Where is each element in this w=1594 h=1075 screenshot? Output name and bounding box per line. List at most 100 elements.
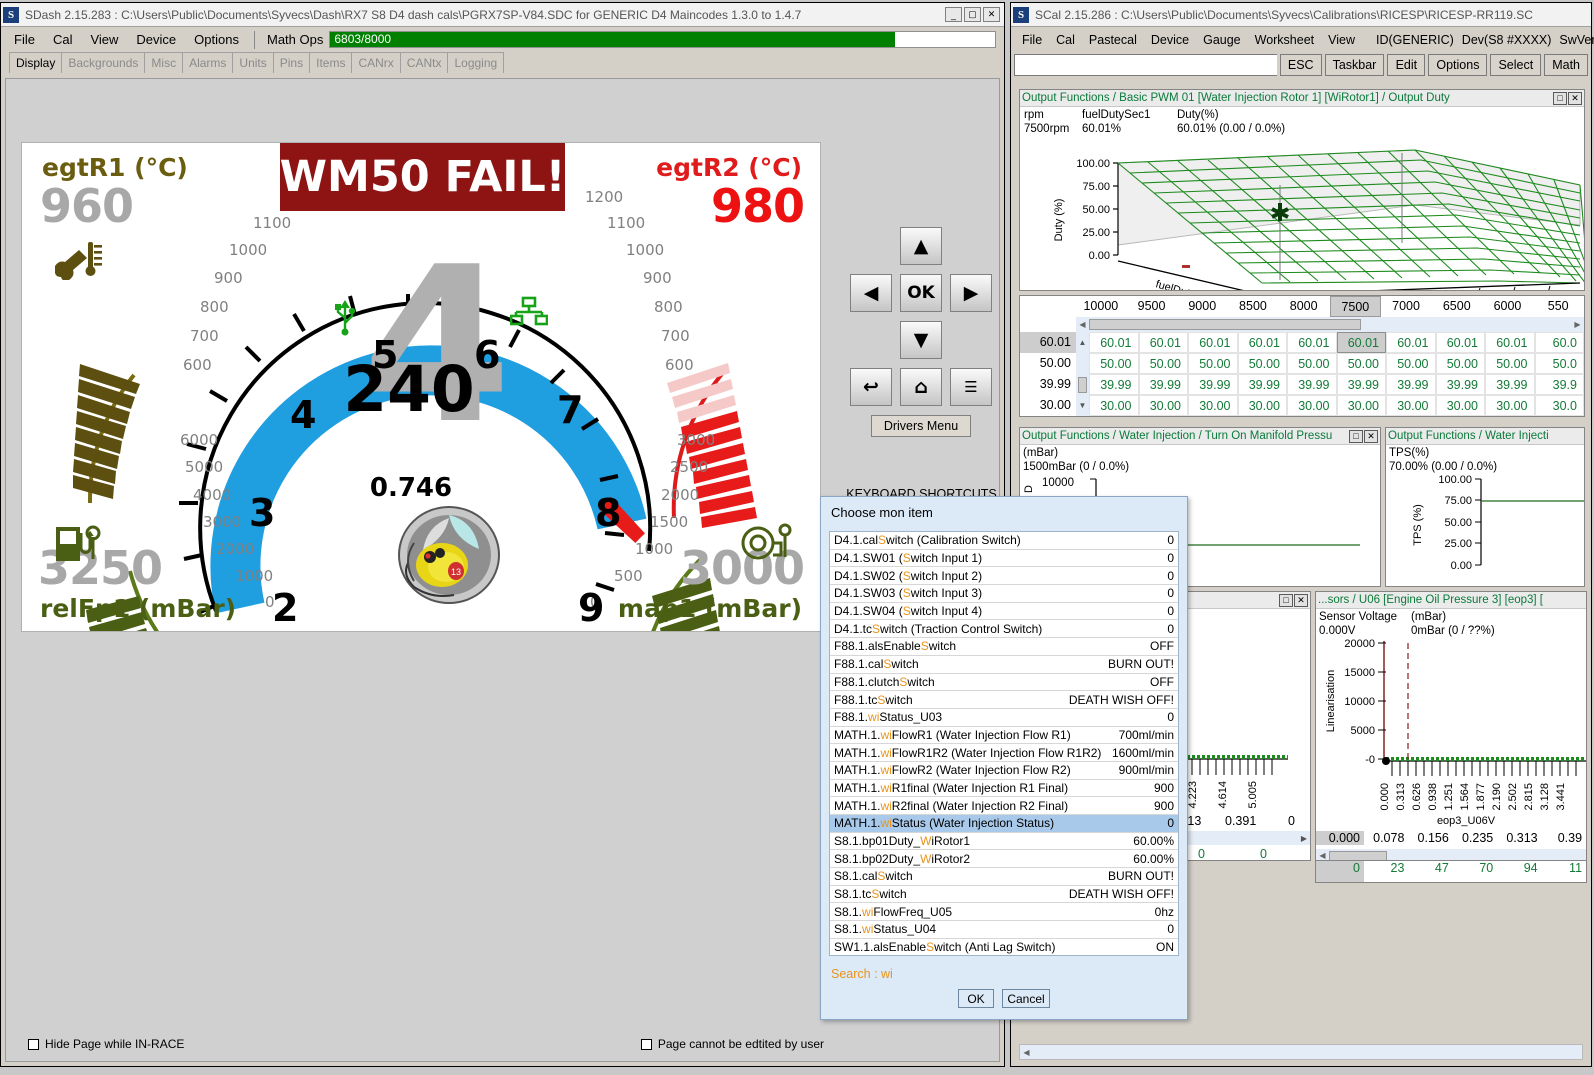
- grid-cell-4-1[interactable]: 20.00: [1139, 416, 1189, 417]
- grid-vscroll-thumb[interactable]: [1076, 374, 1089, 395]
- grid-col-10000[interactable]: 10000: [1076, 296, 1127, 317]
- grid-cell-2-0[interactable]: 39.99: [1089, 374, 1139, 395]
- grid-cell-4-2[interactable]: 20.00: [1188, 416, 1238, 417]
- menu-file[interactable]: File: [5, 29, 44, 50]
- scal-menu-file[interactable]: File: [1015, 30, 1049, 50]
- grid-col-6000[interactable]: 6000: [1483, 296, 1534, 317]
- list-item[interactable]: D4.1.SW04 (Switch Input 4) 0: [830, 603, 1178, 621]
- list-item[interactable]: D4.1.tcSwitch (Traction Control Switch) …: [830, 620, 1178, 638]
- grid-cell-4-8[interactable]: 20.00: [1485, 416, 1535, 417]
- grid-cell-0-0[interactable]: 60.01: [1089, 332, 1139, 353]
- panel-eop2-maximize-icon[interactable]: □: [1279, 594, 1293, 607]
- panel-manifold-maximize-icon[interactable]: □: [1349, 430, 1363, 443]
- grid-cell-3-1[interactable]: 30.00: [1139, 395, 1189, 416]
- options-button[interactable]: Options: [1428, 54, 1487, 76]
- eop3-table-val-3[interactable]: 70: [1453, 861, 1497, 882]
- tab-alarms[interactable]: Alarms: [182, 52, 233, 73]
- eop3-table-col-1[interactable]: 0.078: [1364, 831, 1408, 845]
- tab-units[interactable]: Units: [232, 52, 273, 73]
- grid-col-7500[interactable]: 7500: [1330, 296, 1382, 317]
- grid-cell-0-4[interactable]: 60.01: [1287, 332, 1337, 353]
- eop3-table-col-5[interactable]: 0.39: [1542, 831, 1586, 845]
- grid-scroll-left-arrow[interactable]: ◀: [1076, 318, 1089, 331]
- grid-row-0[interactable]: 60.01 ▲ 60.01 60.01 60.01 60.01 60.01 60…: [1020, 332, 1584, 353]
- grid-cell-0-2[interactable]: 60.01: [1188, 332, 1238, 353]
- nav-down-button[interactable]: ▼: [900, 321, 942, 359]
- grid-scroll-right-arrow[interactable]: ▶: [1571, 318, 1584, 331]
- list-item[interactable]: F88.1.clutchSwitch OFF: [830, 674, 1178, 692]
- eop3-table-col-4[interactable]: 0.313: [1497, 831, 1541, 845]
- grid-cell-3-7[interactable]: 30.00: [1436, 395, 1486, 416]
- tab-items[interactable]: Items: [309, 52, 352, 73]
- grid-cell-3-0[interactable]: 30.00: [1089, 395, 1139, 416]
- grid-cell-4-3[interactable]: 20.00: [1238, 416, 1288, 417]
- list-item[interactable]: MATH.1.wiFlowR2 (Water Injection Flow R2…: [830, 762, 1178, 780]
- grid-cell-4-5[interactable]: 20.00: [1337, 416, 1387, 417]
- eop3-scroll-thumb[interactable]: [1329, 851, 1387, 861]
- grid-vscroll-down-arrow[interactable]: ▼: [1076, 395, 1089, 416]
- scal-scroll-left-arrow[interactable]: ◀: [1020, 1046, 1033, 1059]
- list-item[interactable]: F88.1.wiStatus_U03 0: [830, 709, 1178, 727]
- grid-col-8000[interactable]: 8000: [1279, 296, 1330, 317]
- list-item[interactable]: D4.1.SW02 (Switch Input 2) 0: [830, 567, 1178, 585]
- scal-menu-cal[interactable]: Cal: [1049, 30, 1082, 50]
- grid-row-2[interactable]: 39.99 39.99 39.99 39.99 39.99 39.99 39.9…: [1020, 374, 1584, 395]
- grid-cell-0-5[interactable]: 60.01: [1337, 332, 1387, 353]
- drivers-menu-button[interactable]: Drivers Menu: [871, 415, 971, 437]
- scal-toolbar-field[interactable]: [1014, 54, 1277, 76]
- grid-cell-2-6[interactable]: 39.99: [1386, 374, 1436, 395]
- grid-row-header-0[interactable]: 60.01: [1020, 332, 1076, 353]
- maximize-button[interactable]: ▢: [964, 7, 981, 22]
- panel-pwm-close-icon[interactable]: ✕: [1568, 92, 1582, 105]
- grid-cell-2-3[interactable]: 39.99: [1238, 374, 1288, 395]
- grid-cell-1-2[interactable]: 50.00: [1188, 353, 1238, 374]
- grid-cell-1-9[interactable]: 50.0: [1535, 353, 1585, 374]
- grid-cell-1-6[interactable]: 50.00: [1386, 353, 1436, 374]
- grid-col-7000[interactable]: 7000: [1381, 296, 1432, 317]
- list-item[interactable]: F88.1.alsEnableSwitch OFF: [830, 638, 1178, 656]
- list-item[interactable]: D4.1.SW03 (Switch Input 3) 0: [830, 585, 1178, 603]
- grid-cell-2-4[interactable]: 39.99: [1287, 374, 1337, 395]
- hide-page-checkbox[interactable]: [28, 1039, 39, 1050]
- grid-col-5500[interactable]: 550: [1533, 296, 1584, 317]
- scal-menu-gauge[interactable]: Gauge: [1196, 30, 1248, 50]
- grid-horizontal-scrollbar[interactable]: ◀ ▶: [1076, 317, 1584, 332]
- ok-button[interactable]: OK: [958, 989, 994, 1008]
- nav-menu-button[interactable]: ☰: [950, 368, 992, 406]
- list-item[interactable]: MATH.1.wiR1final (Water Injection R1 Fin…: [830, 780, 1178, 798]
- nav-back-button[interactable]: ↩: [850, 368, 892, 406]
- grid-cell-2-7[interactable]: 39.99: [1436, 374, 1486, 395]
- hide-page-checkbox-row[interactable]: Hide Page while IN-RACE: [28, 1037, 184, 1051]
- nav-up-button[interactable]: ▲: [900, 227, 942, 265]
- grid-cell-4-6[interactable]: 20.00: [1386, 416, 1436, 417]
- grid-col-9000[interactable]: 9000: [1177, 296, 1228, 317]
- tab-backgrounds[interactable]: Backgrounds: [61, 52, 145, 73]
- scal-menu-worksheet[interactable]: Worksheet: [1248, 30, 1322, 50]
- grid-cell-0-9[interactable]: 60.0: [1535, 332, 1585, 353]
- grid-cell-4-0[interactable]: 20.00: [1089, 416, 1139, 417]
- cancel-button[interactable]: Cancel: [1002, 989, 1050, 1008]
- tab-display[interactable]: Display: [9, 52, 62, 73]
- grid-cell-1-8[interactable]: 50.00: [1485, 353, 1535, 374]
- grid-cell-1-5[interactable]: 50.00: [1337, 353, 1387, 374]
- grid-row-header-2[interactable]: 39.99: [1020, 374, 1076, 395]
- math-button[interactable]: Math: [1544, 54, 1588, 76]
- panel-pwm-maximize-icon[interactable]: □: [1553, 92, 1567, 105]
- list-item-selected[interactable]: MATH.1.wiStatus (Water Injection Status)…: [830, 815, 1178, 833]
- list-item[interactable]: MATH.1.wiR2final (Water Injection R2 Fin…: [830, 797, 1178, 815]
- tab-cantx[interactable]: CANtx: [400, 52, 449, 73]
- grid-cell-4-9[interactable]: 20.0: [1535, 416, 1585, 417]
- nav-left-button[interactable]: ◀: [850, 274, 892, 312]
- grid-cell-0-3[interactable]: 60.01: [1238, 332, 1288, 353]
- list-item[interactable]: SW1.1.alsEnableSwitch (Anti Lag Switch) …: [830, 939, 1178, 956]
- taskbar-button[interactable]: Taskbar: [1325, 54, 1385, 76]
- grid-vscroll-track-1[interactable]: [1076, 353, 1089, 374]
- scal-menu-device[interactable]: Device: [1144, 30, 1196, 50]
- grid-cell-3-5[interactable]: 30.00: [1337, 395, 1387, 416]
- grid-cell-0-1[interactable]: 60.01: [1139, 332, 1189, 353]
- grid-cell-2-5[interactable]: 39.99: [1337, 374, 1387, 395]
- list-item[interactable]: D4.1.calSwitch (Calibration Switch) 0: [830, 532, 1178, 550]
- list-item[interactable]: MATH.1.wiFlowR1 (Water Injection Flow R1…: [830, 727, 1178, 745]
- menu-view[interactable]: View: [81, 29, 127, 50]
- menu-cal[interactable]: Cal: [44, 29, 82, 50]
